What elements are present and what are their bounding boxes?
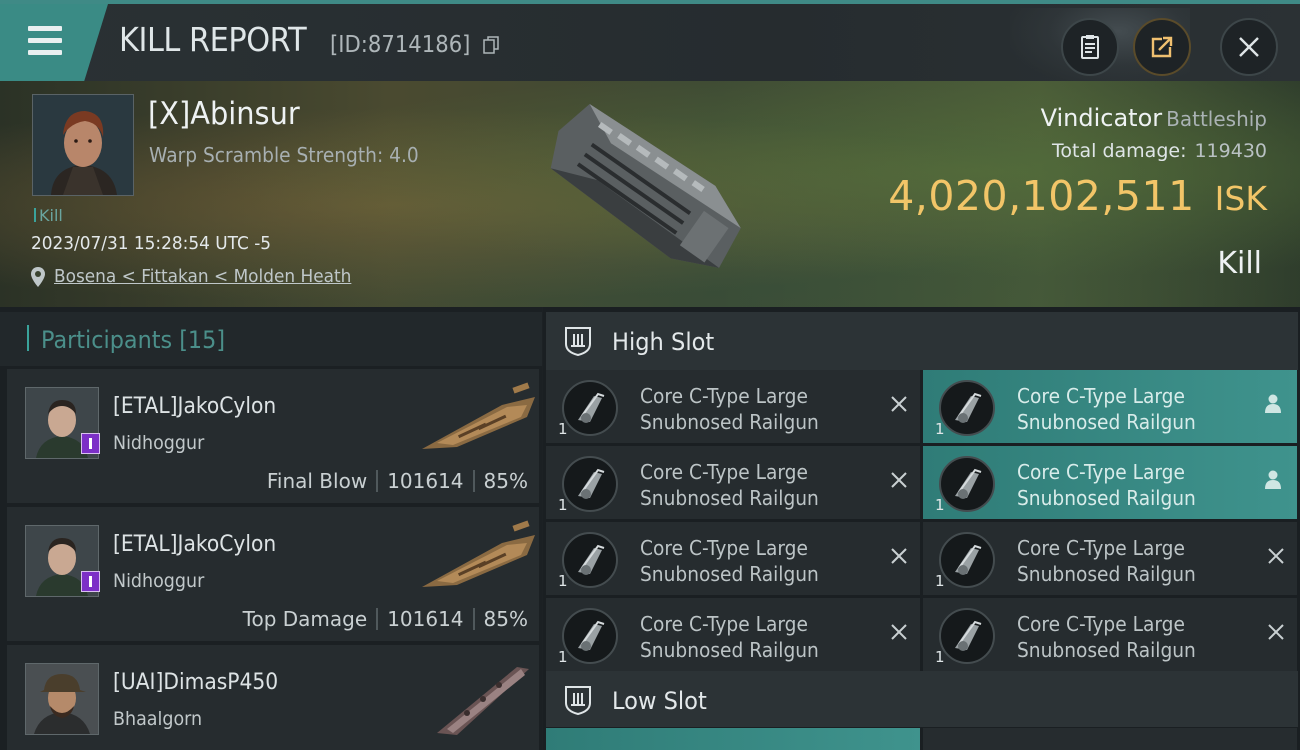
x-icon (891, 624, 907, 640)
module-item[interactable]: 1 Core C-Type Large Snubnosed Railgun (923, 446, 1297, 519)
slot-icon (565, 686, 591, 715)
module-name: Core C-Type Large Snubnosed Railgun (1017, 612, 1196, 662)
participant-name[interactable]: [ETAL]JakoCylon (113, 532, 276, 557)
module-item[interactable]: 1 Core C-Type Large Snubnosed Railgun (546, 446, 920, 519)
module-quantity: 1 (558, 420, 568, 438)
total-damage-value: 119430 (1194, 140, 1267, 162)
low-slot-module-partial[interactable] (546, 728, 920, 750)
report-id: [ID:8714186] (330, 32, 471, 58)
clipboard-icon (1081, 35, 1099, 59)
isk-value: 4,020,102,511 ISK (888, 172, 1267, 220)
module-name: Core C-Type Large Snubnosed Railgun (640, 612, 819, 662)
low-slot-module-partial[interactable] (923, 728, 1297, 750)
participant-row[interactable]: [ETAL]JakoCylon Nidhoggur Top Damage 1016… (7, 507, 539, 641)
victim-ship-image[interactable] (528, 92, 763, 297)
x-icon (1268, 624, 1284, 640)
module-quantity: 1 (935, 648, 945, 666)
railgun-icon (939, 380, 995, 436)
module-quantity: 1 (935, 420, 945, 438)
participant-ship-image (437, 667, 529, 735)
participant-ship-image (422, 382, 535, 449)
module-item[interactable]: 1 Core C-Type Large Snubnosed Railgun (923, 370, 1297, 443)
x-icon (1268, 548, 1284, 564)
participant-ship: Nidhoggur (113, 570, 205, 592)
victim-ship-name[interactable]: Vindicator Battleship (1041, 104, 1267, 132)
participant-name[interactable]: [ETAL]JakoCylon (113, 394, 276, 419)
close-icon (1239, 37, 1259, 57)
victim-name[interactable]: [X]Abinsur (148, 96, 300, 132)
high-slot-header: High Slot (546, 312, 1298, 370)
railgun-icon (939, 608, 995, 664)
participant-stats: Final Blow 101614 85% (266, 469, 528, 493)
module-quantity: 1 (935, 572, 945, 590)
participants-header: Participants [15] (0, 312, 542, 366)
module-name: Core C-Type Large Snubnosed Railgun (1017, 384, 1196, 434)
participant-row[interactable]: [UAI]DimasP450 Bhaalgorn (7, 645, 539, 750)
page-title: KILL REPORT (119, 20, 307, 59)
copy-icon[interactable] (483, 36, 499, 54)
high-slot-title: High Slot (612, 328, 715, 356)
clipboard-button[interactable] (1061, 18, 1119, 76)
module-item[interactable]: 1 Core C-Type Large Snubnosed Railgun (546, 598, 920, 671)
railgun-icon (562, 532, 618, 588)
person-icon (1265, 394, 1281, 413)
module-quantity: 1 (558, 496, 568, 514)
module-name: Core C-Type Large Snubnosed Railgun (1017, 536, 1196, 586)
module-name: Core C-Type Large Snubnosed Railgun (640, 536, 819, 586)
x-icon (891, 548, 907, 564)
participant-name[interactable]: [UAI]DimasP450 (113, 670, 278, 695)
result-label: Kill (1217, 246, 1262, 281)
slot-icon (565, 327, 591, 356)
participant-ship: Bhaalgorn (113, 708, 203, 730)
low-slot-title: Low Slot (612, 687, 707, 715)
share-icon (1151, 36, 1173, 58)
person-icon (1265, 470, 1281, 489)
menu-icon (28, 26, 62, 56)
warp-scramble-strength: Warp Scramble Strength: 4.0 (149, 143, 419, 167)
participant-avatar[interactable] (25, 663, 99, 735)
railgun-icon (562, 608, 618, 664)
module-name: Core C-Type Large Snubnosed Railgun (640, 460, 819, 510)
module-item[interactable]: 1 Core C-Type Large Snubnosed Railgun (546, 370, 920, 443)
low-slot-header: Low Slot (546, 671, 1298, 727)
kill-tag: Kill (34, 206, 63, 225)
module-quantity: 1 (558, 648, 568, 666)
railgun-icon (939, 532, 995, 588)
railgun-icon (562, 380, 618, 436)
participant-ship-image (422, 520, 535, 587)
participant-ship: Nidhoggur (113, 432, 205, 454)
module-quantity: 1 (935, 496, 945, 514)
module-item[interactable]: 1 Core C-Type Large Snubnosed Railgun (923, 598, 1297, 671)
participant-row[interactable]: [ETAL]JakoCylon Nidhoggur Final Blow 1016… (7, 369, 539, 503)
module-item[interactable]: 1 Core C-Type Large Snubnosed Railgun (923, 522, 1297, 595)
ship-class: Battleship (1166, 107, 1267, 131)
share-button[interactable] (1133, 18, 1191, 76)
railgun-icon (939, 456, 995, 512)
participants-title: Participants [15] (41, 326, 226, 354)
x-icon (891, 472, 907, 488)
railgun-icon (562, 456, 618, 512)
isk-amount: 4,020,102,511 (888, 172, 1195, 220)
module-quantity: 1 (558, 572, 568, 590)
module-item[interactable]: 1 Core C-Type Large Snubnosed Railgun (546, 522, 920, 595)
alliance-badge-icon (81, 433, 100, 454)
close-button[interactable] (1220, 18, 1278, 76)
module-name: Core C-Type Large Snubnosed Railgun (1017, 460, 1196, 510)
participant-stats: Top Damage 101614 85% (242, 607, 528, 631)
x-icon (891, 396, 907, 412)
kill-location-link[interactable]: Bosena < Fittakan < Molden Heath (54, 266, 351, 287)
location-pin-icon (31, 267, 45, 287)
kill-datetime: 2023/07/31 15:28:54 UTC -5 (31, 233, 272, 254)
alliance-badge-icon (81, 571, 100, 592)
total-damage: Total damage: 119430 (1052, 140, 1267, 162)
isk-unit: ISK (1214, 179, 1267, 218)
module-name: Core C-Type Large Snubnosed Railgun (640, 384, 819, 434)
victim-portrait[interactable] (32, 94, 134, 196)
